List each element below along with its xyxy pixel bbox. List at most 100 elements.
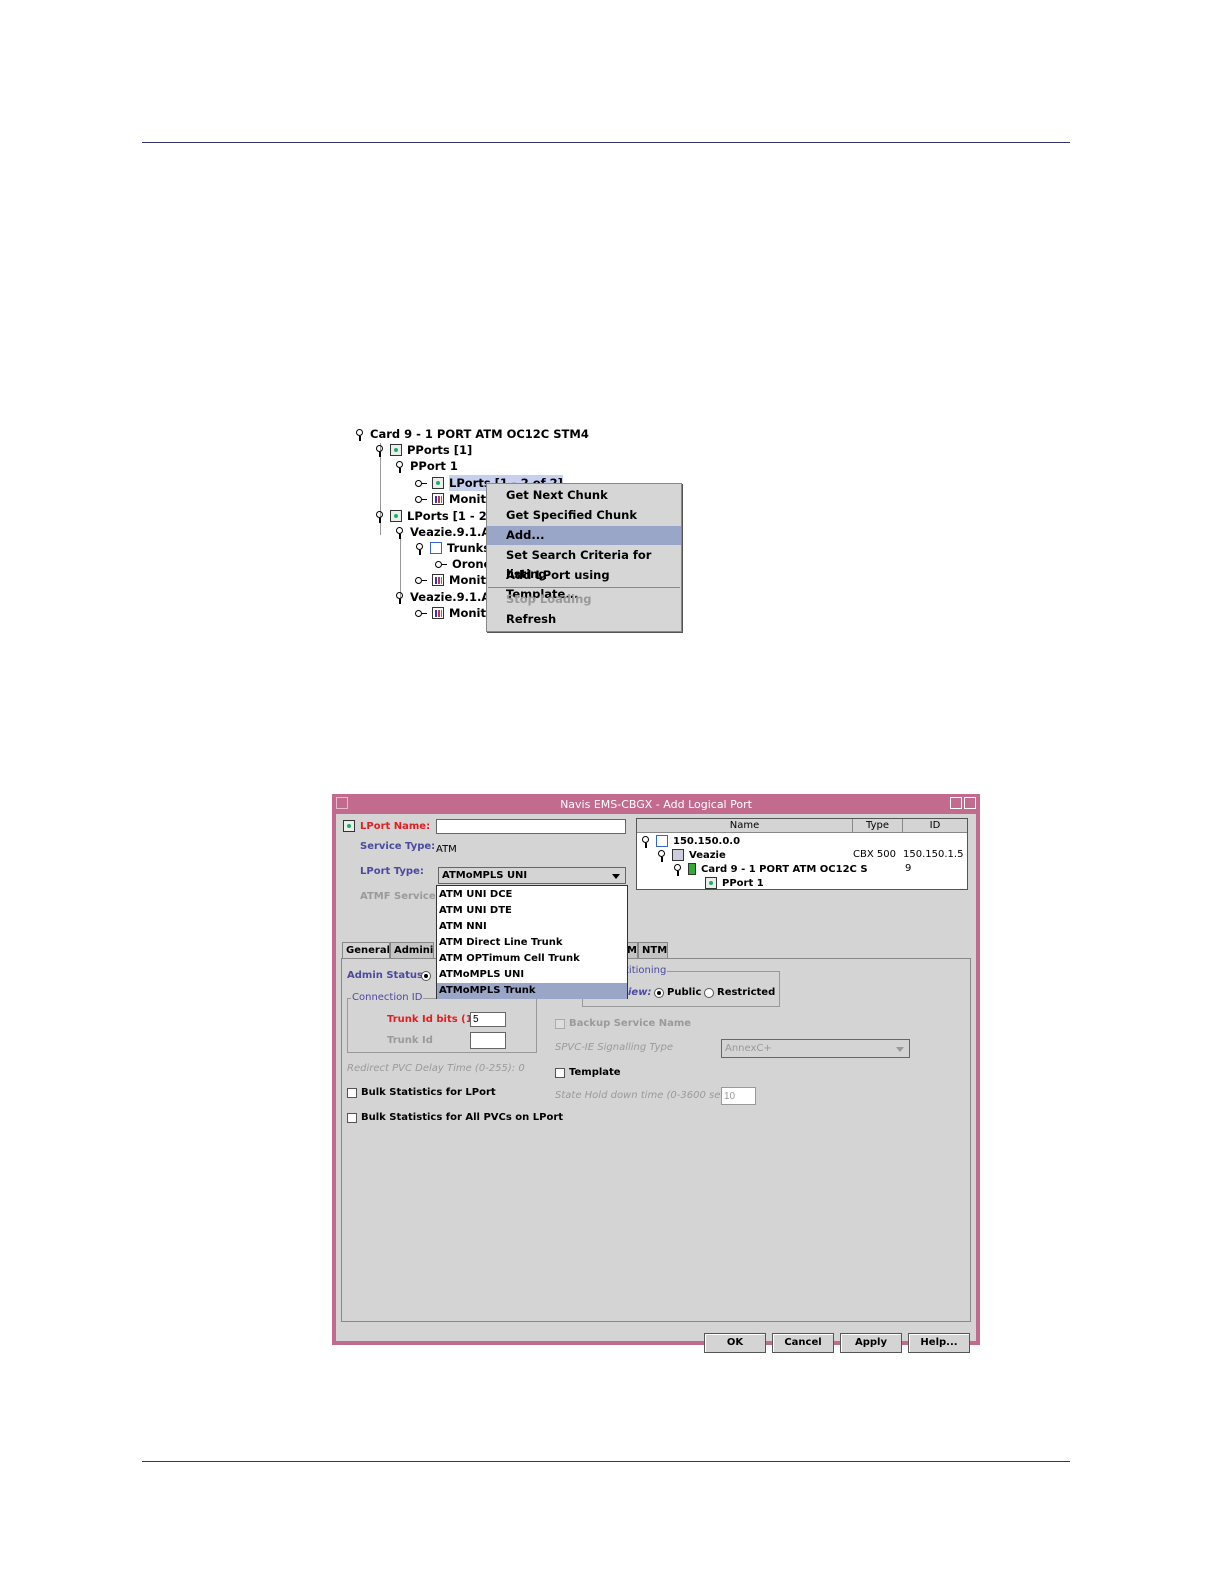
chevron-down-icon [612,874,620,879]
trunk-id-input[interactable] [470,1032,506,1049]
network-icon [656,835,668,847]
menu-item-add-lport-template[interactable]: Add LPort using Template... [487,566,681,601]
collapse-key-icon[interactable] [415,609,427,618]
service-type-value: ATM [436,844,457,855]
expand-key-icon[interactable] [355,428,364,441]
menu-item-get-next-chunk[interactable]: Get Next Chunk [487,486,681,505]
lport-type-option[interactable]: ATMoMPLS UNI [437,967,627,983]
menu-item-get-specified-chunk[interactable]: Get Specified Chunk [487,506,681,525]
expand-key-icon[interactable] [375,444,384,457]
menu-item-add[interactable]: Add... [487,526,681,545]
lport-type-select[interactable]: ATMoMPLS UNI [438,867,626,884]
lport-type-value: ATMoMPLS UNI [442,870,528,881]
table-header-type[interactable]: Type [853,819,903,833]
expand-key-icon[interactable] [415,542,424,555]
table-row[interactable]: Veazie [657,849,726,862]
apply-button[interactable]: Apply [840,1333,902,1353]
spvc-signalling-select[interactable]: AnnexC+ [721,1039,910,1058]
bulk-stats-pvcs-checkbox[interactable] [347,1113,357,1123]
collapse-key-icon[interactable] [415,576,427,585]
tree-node-pports[interactable]: PPorts [1] [375,442,472,458]
tab-administrative[interactable]: Administ [390,942,434,958]
dialog-title: Navis EMS-CBGX - Add Logical Port [334,796,978,814]
lport-name-input[interactable] [436,819,626,834]
tree-node-label: PPort 1 [410,459,458,473]
monitor-icon [432,574,444,586]
backup-service-checkbox[interactable] [555,1019,565,1029]
row-name: PPort 1 [722,877,764,889]
atmf-services-label: ATMF Services [360,891,442,902]
redirect-pvc-delay: Redirect PVC Delay Time (0-255): 0 [347,1063,525,1074]
state-hold-input[interactable] [721,1087,756,1105]
tab-ntm[interactable]: NTM [638,942,668,958]
collapse-key-icon[interactable] [415,479,427,488]
tree-node-trunks[interactable]: Trunks [415,540,490,556]
ok-button[interactable]: OK [704,1333,766,1353]
lport-type-option[interactable]: ATM Direct Line Trunk [437,935,627,951]
expand-key-icon[interactable] [375,510,384,523]
monitor-icon [432,607,444,619]
dialog-body: LPort Name: Service Type: ATM LPort Type… [336,814,976,1353]
lport-type-option[interactable]: ATM NNI [437,919,627,935]
redirect-pvc-label: Redirect PVC Delay Time (0-255): [347,1063,516,1074]
expand-key-icon[interactable] [641,835,650,848]
trunk-icon [430,542,442,554]
expand-key-icon[interactable] [395,526,404,539]
switch-icon [672,849,684,861]
template-label: Template [569,1067,621,1078]
restricted-label: Restricted [717,987,776,998]
lport-icon [343,820,355,832]
trunk-id-label: Trunk Id [387,1035,433,1046]
lport-type-option[interactable]: ATM UNI DTE [437,903,627,919]
window-menu-icon[interactable] [336,797,348,809]
public-label: Public [667,987,702,998]
public-radio[interactable] [654,988,664,998]
expand-key-icon[interactable] [395,591,404,604]
tree-node-pport1[interactable]: PPort 1 [395,458,458,474]
bulk-stats-pvcs-label: Bulk Statistics for All PVCs on LPort [361,1112,564,1123]
row-name: Veazie [689,849,726,861]
table-row[interactable]: 150.150.0.0 [641,835,741,848]
collapse-key-icon[interactable] [415,495,427,504]
template-checkbox[interactable] [555,1068,565,1078]
menu-item-stop-loading: Stop Loading [506,592,592,606]
admin-status-up-radio[interactable] [421,971,431,981]
tree-node-lports[interactable]: LPorts [1 - 2 of [375,508,504,524]
backup-service-label: Backup Service Name [569,1018,692,1029]
partitioning-label: titioning [624,965,668,976]
expand-key-icon[interactable] [673,863,682,876]
minimize-icon[interactable] [950,797,962,809]
monitor-icon [432,493,444,505]
help-button[interactable]: Help... [908,1333,970,1353]
header-rule [142,142,1070,143]
tree-node-label: Trunks [447,541,491,555]
menu-item-refresh[interactable]: Refresh [487,610,681,629]
redirect-pvc-value: 0 [518,1063,525,1074]
menu-item-set-search-criteria[interactable]: Set Search Criteria for listing [487,546,681,581]
collapse-key-icon[interactable] [435,560,447,569]
table-row[interactable]: PPort 1 [705,877,764,889]
expand-key-icon[interactable] [657,849,666,862]
view-label: iew: [628,987,652,998]
bulk-stats-lport-checkbox[interactable] [347,1088,357,1098]
tab-general[interactable]: General [342,942,390,959]
bulk-stats-lport-label: Bulk Statistics for LPort [361,1087,496,1098]
restricted-radio[interactable] [704,988,714,998]
lport-type-option[interactable]: ATM OPTimum Cell Trunk [437,951,627,967]
table-header-name[interactable]: Name [637,819,853,833]
spvc-label: SPVC-IE Signalling Type [555,1042,674,1053]
row-name: 150.150.0.0 [673,835,741,847]
lport-type-option-selected[interactable]: ATMoMPLS Trunk [437,983,627,999]
table-header-id[interactable]: ID [903,819,967,833]
connection-id-group [347,998,537,1053]
tree-node-card[interactable]: Card 9 - 1 PORT ATM OC12C STM4 [355,426,589,442]
spvc-value: AnnexC+ [725,1043,772,1054]
maximize-icon[interactable] [964,797,976,809]
admin-status-label: Admin Status: [347,970,427,981]
trunk-id-bits-input[interactable] [470,1012,506,1027]
table-row[interactable]: Card 9 - 1 PORT ATM OC12C S [673,863,868,876]
lport-type-option[interactable]: ATM UNI DCE [437,887,627,903]
expand-key-icon[interactable] [395,460,404,473]
row-id: 9 [905,863,912,874]
cancel-button[interactable]: Cancel [772,1333,834,1353]
